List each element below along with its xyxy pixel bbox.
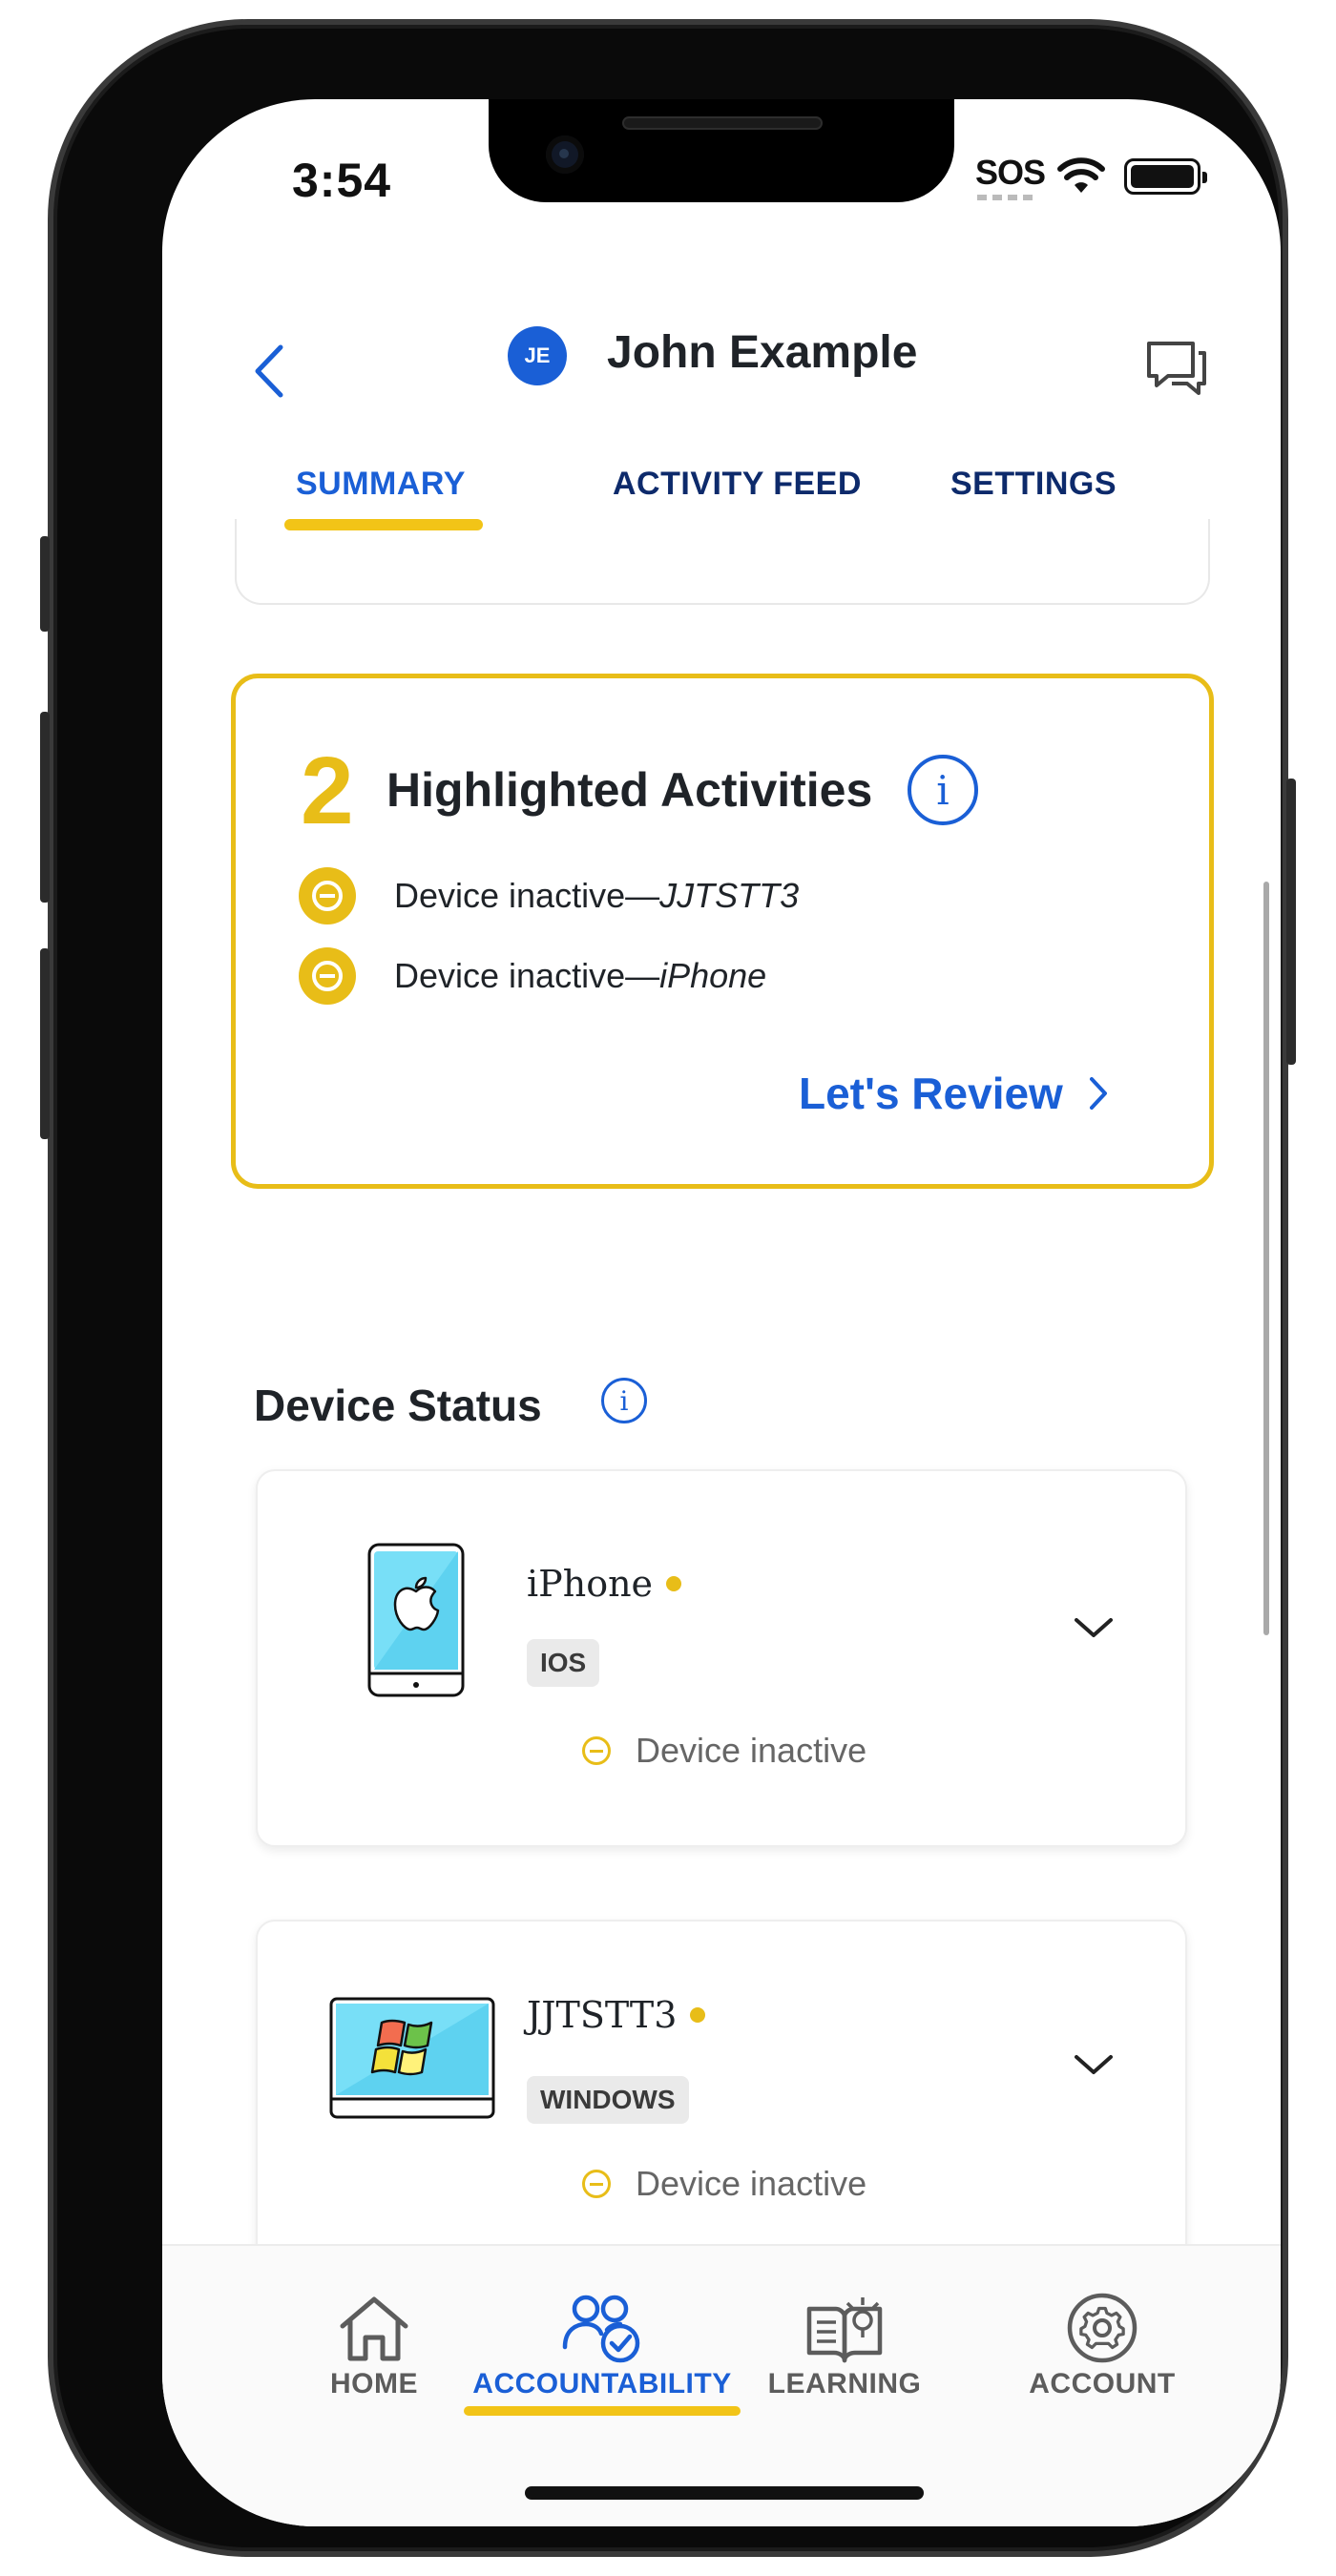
home-indicator[interactable] (525, 2486, 924, 2500)
nav-label: ACCOUNTABILITY (472, 2368, 732, 2399)
wifi-icon (1057, 157, 1105, 193)
inactive-icon (299, 947, 356, 1005)
inactive-icon (582, 2170, 611, 2198)
device-card-jjtstt3[interactable]: JJTSTT3 WINDOWS Device inactive (256, 1920, 1187, 2273)
battery-icon (1124, 158, 1207, 195)
highlight-title: Highlighted Activities (386, 763, 873, 817)
nav-accountability[interactable]: ACCOUNTABILITY (464, 2292, 741, 2400)
highlight-item[interactable]: Device inactive—iPhone (299, 947, 766, 1005)
tab-activity-feed[interactable]: ACTIVITY FEED (613, 466, 862, 503)
device-status: Device inactive (582, 2164, 866, 2204)
status-dot (666, 1576, 682, 1591)
chat-icon[interactable] (1143, 334, 1210, 401)
info-icon[interactable]: i (601, 1378, 647, 1423)
status-dot (690, 2007, 706, 2023)
highlight-item-text: Device inactive—JJTSTT3 (394, 876, 800, 915)
highlight-count: 2 (301, 737, 354, 844)
notch (489, 99, 954, 202)
scrollbar[interactable] (1263, 882, 1269, 1635)
front-camera-icon (546, 135, 584, 174)
volume-up-button (40, 712, 50, 903)
os-badge: IOS (527, 1639, 600, 1687)
os-badge: WINDOWS (527, 2076, 689, 2124)
inactive-icon (299, 867, 356, 924)
windows-laptop-icon (329, 1997, 495, 2119)
bottom-nav: HOME ACCOUNTABILITY LEARNING ACCOUNT (162, 2244, 1281, 2526)
nav-label: HOME (330, 2368, 418, 2399)
user-name: John Example (607, 327, 918, 378)
lets-review-label: Let's Review (799, 1069, 1063, 1118)
iphone-device-icon (367, 1543, 465, 1697)
screen: 3:54 SOS JE John Example SUMMARY ACTIVIT… (162, 99, 1281, 2526)
back-chevron-icon[interactable] (244, 338, 292, 405)
earpiece (622, 116, 823, 130)
active-nav-indicator (464, 2406, 741, 2416)
avatar[interactable]: JE (508, 326, 567, 385)
inactive-icon (582, 1736, 611, 1765)
lets-review-link[interactable]: Let's Review (799, 1068, 1113, 1119)
highlighted-activities-card: 2 Highlighted Activities i Device inacti… (231, 674, 1214, 1189)
chevron-down-icon[interactable] (1073, 2051, 1115, 2078)
device-status-title: Device Status (254, 1381, 542, 1430)
learning-icon (806, 2297, 883, 2363)
nav-home[interactable]: HOME (284, 2292, 464, 2400)
gear-icon (1067, 2293, 1138, 2363)
nav-label: LEARNING (767, 2368, 922, 2399)
nav-label: ACCOUNT (1029, 2368, 1176, 2399)
mute-switch (40, 536, 50, 632)
info-icon[interactable]: i (908, 755, 978, 825)
status-time: 3:54 (292, 154, 392, 207)
nav-account[interactable]: ACCOUNT (1012, 2292, 1193, 2400)
highlight-item[interactable]: Device inactive—JJTSTT3 (299, 867, 799, 924)
home-icon (340, 2296, 408, 2361)
nav-learning[interactable]: LEARNING (754, 2292, 935, 2400)
highlight-item-text: Device inactive—iPhone (394, 956, 767, 995)
device-card-iphone[interactable]: iPhone IOS Device inactive (256, 1469, 1187, 1847)
volume-down-button (40, 948, 50, 1139)
status-sos: SOS (975, 153, 1046, 192)
signal-dots-icon (977, 195, 1034, 200)
tab-summary[interactable]: SUMMARY (296, 466, 466, 503)
accountability-icon (562, 2295, 640, 2363)
phone-frame: 3:54 SOS JE John Example SUMMARY ACTIVIT… (40, 19, 1296, 2557)
device-name: JJTSTT3 (527, 1994, 706, 2036)
tab-settings[interactable]: SETTINGS (950, 466, 1117, 503)
previous-card-edge (235, 519, 1210, 605)
power-button (1286, 779, 1296, 1065)
chevron-down-icon[interactable] (1073, 1614, 1115, 1641)
device-name: iPhone (527, 1563, 682, 1605)
device-status: Device inactive (582, 1731, 866, 1771)
chevron-right-icon (1089, 1077, 1107, 1110)
